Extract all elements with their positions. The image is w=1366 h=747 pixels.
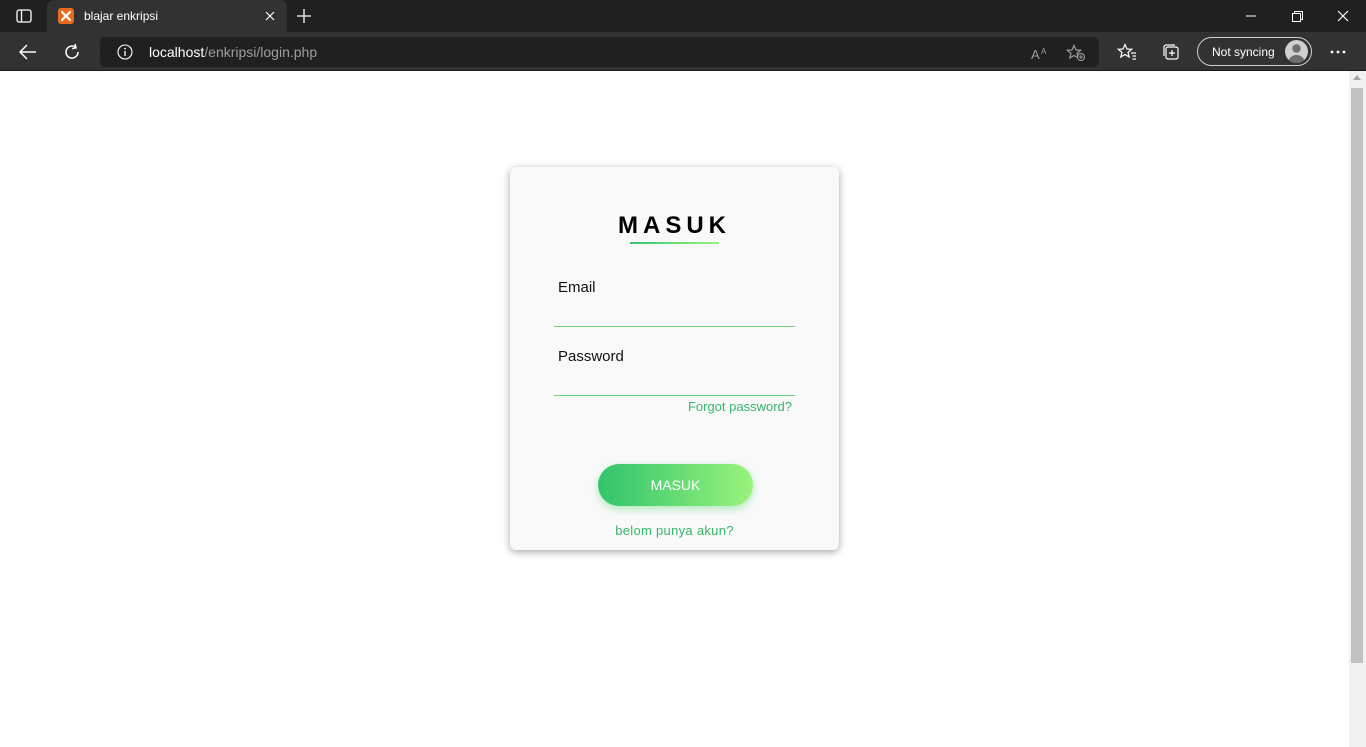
vertical-scrollbar[interactable] (1349, 71, 1366, 747)
login-button[interactable]: MASUK (598, 464, 753, 506)
close-window-icon[interactable] (1320, 0, 1366, 32)
address-bar[interactable]: localhost/enkripsi/login.php AA (100, 37, 1099, 67)
password-label: Password (558, 348, 624, 365)
email-label: Email (558, 279, 596, 296)
back-icon[interactable] (14, 38, 42, 66)
favorites-icon[interactable] (1113, 38, 1141, 66)
close-tab-icon[interactable] (262, 8, 278, 24)
site-info-icon[interactable] (117, 44, 133, 60)
minimize-icon[interactable] (1228, 0, 1274, 32)
url-path: /enkripsi/login.php (204, 44, 318, 60)
read-aloud-icon[interactable]: AA (1030, 43, 1050, 63)
collections-icon[interactable] (1157, 38, 1185, 66)
title-underline (630, 242, 719, 244)
login-title: MASUK (618, 212, 731, 239)
browser-titlebar: blajar enkripsi (0, 0, 1366, 32)
tab-actions-icon[interactable] (10, 6, 38, 26)
add-favorite-icon[interactable] (1066, 43, 1086, 63)
forgot-password-link[interactable]: Forgot password? (688, 399, 792, 414)
password-field[interactable] (554, 372, 795, 396)
avatar-icon (1285, 40, 1308, 63)
tab-active[interactable]: blajar enkripsi (47, 0, 287, 32)
signup-link[interactable]: belom punya akun? (510, 523, 839, 538)
refresh-icon[interactable] (58, 38, 86, 66)
profile-label: Not syncing (1212, 44, 1275, 59)
page-viewport: MASUK Email Password Forgot password? MA… (0, 71, 1349, 747)
svg-text:A: A (1031, 47, 1040, 60)
url-text[interactable]: localhost/enkripsi/login.php (149, 44, 317, 60)
more-options-icon[interactable] (1324, 38, 1352, 66)
svg-text:A: A (1041, 47, 1047, 56)
login-card: MASUK Email Password Forgot password? MA… (510, 167, 839, 550)
profile-button[interactable]: Not syncing (1197, 37, 1312, 66)
xampp-favicon-icon (58, 8, 74, 24)
tab-title: blajar enkripsi (84, 9, 159, 23)
email-field[interactable] (554, 303, 795, 327)
url-host: localhost (149, 44, 205, 60)
scroll-up-icon[interactable] (1353, 75, 1361, 80)
restore-icon[interactable] (1274, 0, 1320, 32)
new-tab-icon[interactable] (294, 6, 314, 26)
scroll-thumb[interactable] (1351, 88, 1363, 663)
